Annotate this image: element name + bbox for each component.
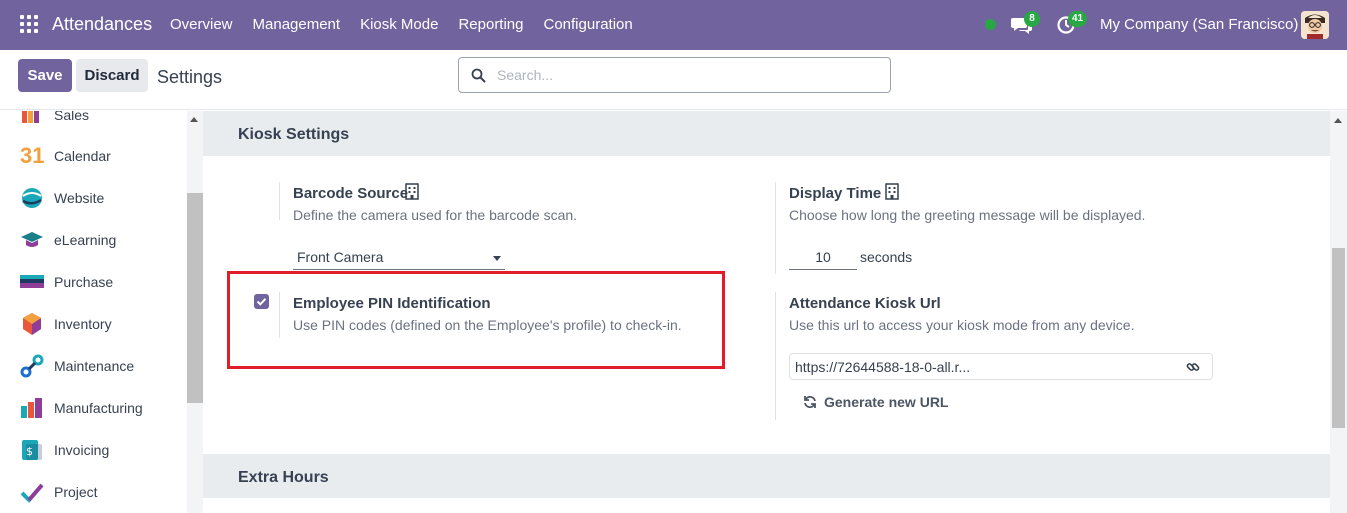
barcode-source-select[interactable]: Front Camera bbox=[293, 246, 505, 270]
app-grid-icon[interactable] bbox=[20, 15, 38, 33]
website-icon bbox=[22, 188, 42, 208]
barcode-source-description: Define the camera used for the barcode s… bbox=[293, 207, 578, 223]
extra-hours-header: Extra Hours bbox=[203, 454, 1330, 498]
discard-button[interactable]: Discard bbox=[76, 59, 148, 92]
display-time-input[interactable]: 10 bbox=[789, 246, 857, 270]
project-icon bbox=[20, 483, 44, 503]
menu-configuration[interactable]: Configuration bbox=[544, 16, 633, 33]
main-scroll-up-icon[interactable] bbox=[1334, 118, 1342, 123]
display-time-title: Display Time bbox=[789, 185, 882, 202]
purchase-icon bbox=[20, 275, 44, 288]
menu-management[interactable]: Management bbox=[253, 16, 341, 33]
maintenance-icon bbox=[20, 354, 44, 378]
sidebar-item-maintenance[interactable]: Maintenance bbox=[20, 353, 134, 379]
sidebar-item-calendar[interactable]: 31 Calendar bbox=[20, 143, 111, 169]
sidebar-item-sales[interactable]: Sales bbox=[20, 111, 89, 128]
search-input[interactable] bbox=[497, 64, 877, 86]
main-scroll-thumb[interactable] bbox=[1332, 248, 1345, 428]
section-title: Kiosk Settings bbox=[238, 126, 350, 143]
sidebar-item-elearning[interactable]: eLearning bbox=[20, 227, 116, 253]
barcode-source-title: Barcode Source bbox=[293, 185, 409, 202]
display-time-unit: seconds bbox=[860, 249, 913, 265]
kiosk-url-field[interactable]: https://72644588-18-0-all.r... bbox=[789, 353, 1213, 380]
sidebar-item-inventory[interactable]: Inventory bbox=[20, 311, 112, 337]
sidebar-item-website[interactable]: Website bbox=[20, 185, 104, 211]
svg-text:$: $ bbox=[26, 445, 33, 458]
control-panel: Save Discard Settings bbox=[0, 50, 1347, 110]
elearning-icon bbox=[21, 232, 43, 247]
inventory-icon bbox=[23, 313, 41, 335]
menu-kiosk-mode[interactable]: Kiosk Mode bbox=[360, 16, 438, 33]
link-icon[interactable] bbox=[1186, 360, 1200, 374]
sidebar-item-project[interactable]: Project bbox=[20, 479, 98, 505]
manufacturing-icon bbox=[21, 398, 42, 418]
divider bbox=[279, 182, 280, 220]
save-button[interactable]: Save bbox=[18, 59, 72, 92]
search-icon bbox=[471, 68, 486, 83]
sidebar-scroll-thumb[interactable] bbox=[187, 193, 203, 403]
invoicing-icon: $ bbox=[22, 440, 42, 460]
highlight-box bbox=[227, 271, 725, 369]
kiosk-settings-header: Kiosk Settings bbox=[203, 111, 1330, 156]
search-box[interactable] bbox=[458, 57, 891, 93]
sales-icon bbox=[22, 111, 39, 123]
sidebar-item-manufacturing[interactable]: Manufacturing bbox=[20, 395, 143, 421]
top-navbar: Attendances Overview Management Kiosk Mo… bbox=[0, 0, 1347, 50]
user-avatar[interactable] bbox=[1301, 11, 1329, 39]
kiosk-url-title: Attendance Kiosk Url bbox=[789, 295, 941, 312]
divider bbox=[775, 182, 776, 274]
refresh-icon bbox=[804, 396, 816, 408]
sidebar-scroll-up-icon[interactable] bbox=[190, 117, 198, 122]
main-menu: Overview Management Kiosk Mode Reporting… bbox=[170, 16, 653, 33]
company-building-icon bbox=[405, 183, 419, 200]
settings-app-sidebar: Sales 31 Calendar Website eLearning Purc… bbox=[0, 111, 203, 513]
menu-reporting[interactable]: Reporting bbox=[458, 16, 523, 33]
calendar-icon: 31 bbox=[20, 143, 45, 168]
generate-new-url-button[interactable]: Generate new URL bbox=[803, 394, 948, 410]
kiosk-url-description: Use this url to access your kiosk mode f… bbox=[789, 317, 1135, 333]
presence-status-icon bbox=[985, 19, 996, 30]
chat-badge: 8 bbox=[1024, 11, 1040, 27]
app-title[interactable]: Attendances bbox=[52, 14, 152, 35]
display-time-description: Choose how long the greeting message wil… bbox=[789, 207, 1146, 223]
menu-overview[interactable]: Overview bbox=[170, 16, 233, 33]
sidebar-item-purchase[interactable]: Purchase bbox=[20, 269, 113, 295]
caret-down-icon bbox=[493, 256, 501, 261]
extra-hours-body bbox=[203, 498, 1330, 513]
section-title: Extra Hours bbox=[238, 469, 329, 486]
company-switcher[interactable]: My Company (San Francisco) bbox=[1100, 16, 1298, 33]
sidebar-item-invoicing[interactable]: $ Invoicing bbox=[20, 437, 109, 463]
divider bbox=[775, 292, 776, 420]
page-title: Settings bbox=[157, 67, 223, 87]
activity-badge: 41 bbox=[1068, 11, 1088, 27]
company-building-icon bbox=[885, 183, 899, 200]
